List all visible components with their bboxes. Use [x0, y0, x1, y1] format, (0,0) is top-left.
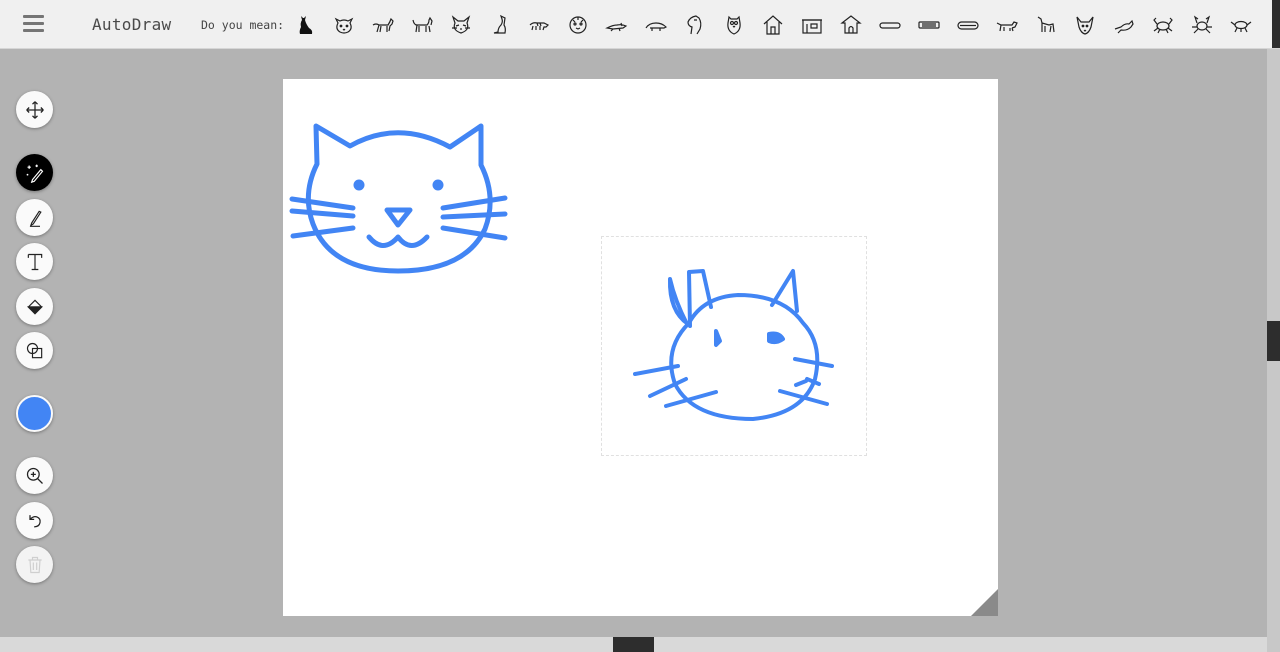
bug-icon — [1230, 20, 1252, 33]
hotdog-bun-icon — [957, 21, 979, 30]
suggestion-cat-sitting[interactable] — [485, 10, 515, 40]
type-tool[interactable] — [16, 243, 53, 280]
suggestion-cat-face[interactable] — [329, 10, 359, 40]
horizontal-scroll-thumb[interactable] — [613, 637, 654, 652]
suggestion-lizard[interactable] — [602, 10, 632, 40]
tray-icon — [918, 21, 940, 29]
suggestion-building[interactable] — [797, 10, 827, 40]
suggestion-dog-face[interactable] — [1070, 10, 1100, 40]
dog-icon — [996, 21, 1018, 32]
suggestion-cat-walking[interactable] — [368, 10, 398, 40]
pencil-icon — [29, 210, 42, 227]
crab-2-icon — [1192, 15, 1212, 34]
hotdog-icon — [879, 22, 901, 29]
cat-standing-icon — [412, 16, 433, 33]
color-picker[interactable] — [16, 395, 53, 432]
canvas-resize-handle[interactable] — [971, 589, 998, 616]
anteater-icon — [645, 22, 668, 31]
zoom-tool[interactable] — [16, 457, 53, 494]
text-T-icon — [27, 253, 42, 270]
suggestion-hotdog[interactable] — [875, 10, 905, 40]
hamburger-menu-icon[interactable] — [23, 15, 44, 33]
drawing-canvas[interactable] — [283, 79, 998, 616]
cat-face-icon — [334, 17, 354, 34]
tiger-face-icon — [569, 16, 587, 34]
suggestion-crab[interactable] — [1148, 10, 1178, 40]
window-edge — [1272, 0, 1280, 48]
paint-bucket-icon — [26, 299, 43, 314]
suggestion-tiger[interactable] — [524, 10, 554, 40]
undo-icon — [28, 514, 41, 527]
bird-icon — [1114, 19, 1134, 34]
cat-silhouette-icon — [299, 16, 313, 34]
crab-icon — [1153, 17, 1173, 34]
suggestion-owl[interactable] — [719, 10, 749, 40]
undo-button[interactable] — [16, 502, 53, 539]
selection-box[interactable] — [601, 236, 867, 456]
dog-face-icon — [1076, 16, 1094, 35]
move-arrows-icon — [25, 100, 44, 119]
cat-face-2-icon — [451, 15, 471, 34]
delete-button[interactable] — [16, 546, 53, 583]
suggestion-label: Do you mean: — [201, 18, 285, 32]
suggestion-crab-2[interactable] — [1187, 10, 1217, 40]
suggestion-dog-standing[interactable] — [1031, 10, 1061, 40]
cat-face-drawing[interactable] — [289, 123, 508, 274]
house-icon — [763, 15, 783, 35]
building-icon — [802, 19, 822, 34]
draw-tool[interactable] — [16, 199, 53, 236]
suggestion-house[interactable] — [758, 10, 788, 40]
fill-tool[interactable] — [16, 288, 53, 325]
horse-head-icon — [687, 15, 702, 35]
suggestion-cat-silhouette[interactable] — [290, 10, 320, 40]
select-tool[interactable] — [16, 91, 53, 128]
shape-tool[interactable] — [16, 332, 53, 369]
suggestion-cat-face-2[interactable] — [446, 10, 476, 40]
suggestion-horse-head[interactable] — [680, 10, 710, 40]
dog-standing-icon — [1037, 16, 1055, 33]
lizard-icon — [605, 22, 628, 32]
trash-icon — [27, 556, 42, 573]
autodraw-tool[interactable] — [16, 154, 53, 191]
top-bar: AutoDraw Do you mean: — [0, 0, 1280, 49]
zoom-in-icon — [26, 467, 43, 484]
suggestion-cat-standing[interactable] — [407, 10, 437, 40]
suggestion-tray[interactable] — [914, 10, 944, 40]
tiger-icon — [529, 22, 550, 31]
magic-pen-icon — [26, 164, 43, 183]
vertical-scroll-thumb[interactable] — [1267, 321, 1280, 361]
cat-walking-icon — [372, 17, 394, 33]
suggestion-bird[interactable] — [1109, 10, 1139, 40]
suggestion-tiger-face[interactable] — [563, 10, 593, 40]
suggestion-bug[interactable] — [1226, 10, 1256, 40]
owl-icon — [727, 15, 741, 35]
suggestion-dog[interactable] — [992, 10, 1022, 40]
app-title: AutoDraw — [92, 15, 172, 34]
suggestion-doghouse[interactable] — [836, 10, 866, 40]
doghouse-icon — [840, 15, 862, 34]
cat-sitting-icon — [493, 14, 506, 34]
suggestion-anteater[interactable] — [641, 10, 671, 40]
suggestion-hotdog-bun[interactable] — [953, 10, 983, 40]
shapes-icon — [26, 342, 42, 358]
